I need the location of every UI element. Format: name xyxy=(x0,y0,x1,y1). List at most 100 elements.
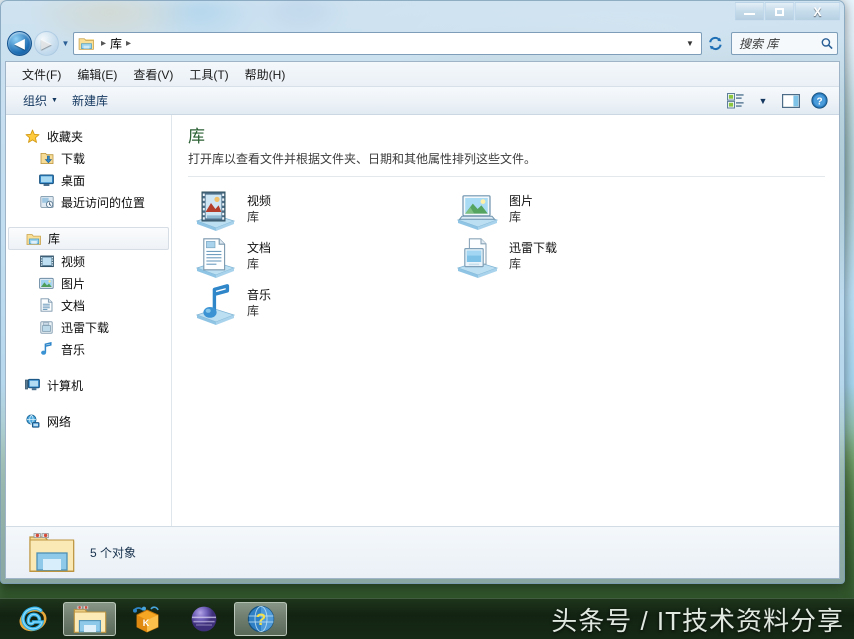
nav-label-favorites: 收藏夹 xyxy=(47,129,84,144)
nav-label-pictures: 图片 xyxy=(61,276,86,291)
forward-arrow-icon: ▶ xyxy=(41,35,52,51)
list-item[interactable]: 文档 库 xyxy=(188,234,450,281)
computer-icon xyxy=(24,378,41,392)
preview-pane-button[interactable] xyxy=(777,90,805,112)
taskbar-item-purple-app[interactable] xyxy=(177,602,230,636)
list-item-name: 文档 xyxy=(247,240,272,255)
view-dropdown-button[interactable]: ▼ xyxy=(749,90,777,112)
list-item-name: 迅雷下载 xyxy=(509,240,558,255)
explorer-window: X ◀ ▶ ▼ ▸ 库 ▸ ▼ 搜索 库 文件(F) 编辑(E) 查看(V) 工… xyxy=(0,0,845,584)
help-icon: ? xyxy=(810,92,828,109)
sidebar-item-thunder-download[interactable]: 迅雷下载 xyxy=(6,316,171,338)
change-view-button[interactable] xyxy=(721,90,749,112)
list-item-kind: 库 xyxy=(247,303,260,318)
sidebar-item-desktop[interactable]: 桌面 xyxy=(6,169,171,191)
new-library-label: 新建库 xyxy=(71,94,108,108)
refresh-icon xyxy=(708,36,722,50)
breadcrumb[interactable]: ▸ 库 ▸ ▼ xyxy=(73,31,702,55)
sidebar-item-computer[interactable]: 计算机 xyxy=(6,374,171,396)
music-library-icon xyxy=(195,283,236,325)
organize-button[interactable]: 组织 ▼ xyxy=(16,89,65,112)
nav-label-computer: 计算机 xyxy=(47,378,84,393)
sidebar-item-network[interactable]: 网络 xyxy=(6,410,171,432)
network-icon xyxy=(24,414,41,428)
nav-spacer-3 xyxy=(6,396,171,410)
view-list-icon xyxy=(726,92,744,108)
taskbar-item-windows-explorer[interactable] xyxy=(63,602,116,636)
library-items-grid: 视频 库 图片 库 文档 库 迅雷下载 库 音乐 库 xyxy=(188,187,839,328)
menu-item-file[interactable]: 文件(F) xyxy=(14,64,69,85)
taskbar-item-internet-explorer[interactable] xyxy=(6,602,59,636)
library-folder-icon xyxy=(78,37,94,50)
pictures-library-icon xyxy=(456,194,499,230)
help-button[interactable]: ? xyxy=(805,90,833,112)
minimize-button[interactable] xyxy=(735,2,764,21)
sidebar-item-downloads[interactable]: 下载 xyxy=(6,147,171,169)
nav-spacer-1 xyxy=(6,213,171,227)
list-item[interactable]: 视频 库 xyxy=(188,187,450,234)
menu-bar: 文件(F) 编辑(E) 查看(V) 工具(T) 帮助(H) xyxy=(6,62,839,87)
taskbar-item-kugou-music[interactable]: K xyxy=(120,602,173,636)
pictures-icon xyxy=(38,277,55,290)
sidebar-item-recent-places[interactable]: 最近访问的位置 xyxy=(6,191,171,213)
menu-item-edit[interactable]: 编辑(E) xyxy=(69,64,125,85)
menu-item-help[interactable]: 帮助(H) xyxy=(237,64,294,85)
video-icon xyxy=(38,255,55,268)
list-item-name: 视频 xyxy=(247,193,272,208)
thunder-download-icon xyxy=(38,320,55,334)
preview-pane-icon xyxy=(782,93,800,108)
svg-text:K: K xyxy=(142,618,149,628)
sidebar-item-pictures[interactable]: 图片 xyxy=(6,272,171,294)
list-item-text: 文档 库 xyxy=(247,235,271,272)
list-item-kind: 库 xyxy=(247,209,260,224)
libraries-folder-icon xyxy=(29,532,75,572)
sidebar-item-libraries[interactable]: 库 xyxy=(8,227,169,250)
organize-label: 组织 xyxy=(23,94,48,108)
list-item[interactable]: 迅雷下载 库 xyxy=(450,234,712,281)
recent-pages-button[interactable]: ▼ xyxy=(59,39,72,48)
sidebar-item-music[interactable]: 音乐 xyxy=(6,338,171,360)
breadcrumb-separator-1[interactable]: ▸ xyxy=(122,38,135,49)
menu-item-view[interactable]: 查看(V) xyxy=(125,64,181,85)
video-library-icon xyxy=(195,191,236,231)
nav-spacer-2 xyxy=(6,360,171,374)
kugou-music-icon: K xyxy=(132,606,159,633)
nav-label-downloads: 下载 xyxy=(61,151,86,166)
list-item[interactable]: 图片 库 xyxy=(450,187,712,234)
nav-group-favorites[interactable]: 收藏夹 xyxy=(6,125,171,147)
breadcrumb-segment-library[interactable]: 库 xyxy=(110,35,122,52)
windows-explorer-icon xyxy=(73,605,106,633)
sidebar-item-videos[interactable]: 视频 xyxy=(6,250,171,272)
svg-text:?: ? xyxy=(816,96,822,107)
nav-label-desktop: 桌面 xyxy=(61,173,86,188)
sidebar-item-documents[interactable]: 文档 xyxy=(6,294,171,316)
forward-button[interactable]: ▶ xyxy=(34,30,59,56)
star-icon xyxy=(24,129,41,144)
maximize-button[interactable] xyxy=(765,2,794,21)
desktop-icon xyxy=(38,174,55,187)
refresh-button[interactable] xyxy=(702,32,728,55)
list-item[interactable]: 音乐 库 xyxy=(188,281,450,328)
content-pane: 库 打开库以查看文件并根据文件夹、日期和其他属性排列这些文件。 视频 库 图片 … xyxy=(172,115,839,526)
taskbar-item-help-globe[interactable]: ? xyxy=(234,602,287,636)
window-controls: X xyxy=(735,2,840,21)
title-bar[interactable]: X xyxy=(1,1,844,25)
nav-label-videos: 视频 xyxy=(61,254,86,269)
list-item-text: 迅雷下载 库 xyxy=(509,235,557,272)
nav-label-music: 音乐 xyxy=(61,342,86,357)
new-library-button[interactable]: 新建库 xyxy=(65,89,115,112)
list-item-text: 视频 库 xyxy=(247,188,271,225)
help-globe-icon: ? xyxy=(247,605,274,633)
close-button[interactable]: X xyxy=(795,2,840,21)
list-item-name: 音乐 xyxy=(247,287,272,302)
search-input[interactable]: 搜索 库 xyxy=(731,31,838,55)
maximize-icon xyxy=(775,7,784,16)
status-object-count: 5 个对象 xyxy=(90,546,137,560)
back-button[interactable]: ◀ xyxy=(7,30,32,56)
chevron-down-icon[interactable]: ▼ xyxy=(681,39,699,48)
nav-label-thunder-download: 迅雷下载 xyxy=(61,320,110,335)
taskbar-watermark: 头条号 / IT技术资料分享 xyxy=(551,605,844,636)
thunder-library-icon xyxy=(456,237,499,278)
menu-item-tools[interactable]: 工具(T) xyxy=(181,64,236,85)
address-bar-row: ◀ ▶ ▼ ▸ 库 ▸ ▼ 搜索 库 xyxy=(1,25,844,61)
